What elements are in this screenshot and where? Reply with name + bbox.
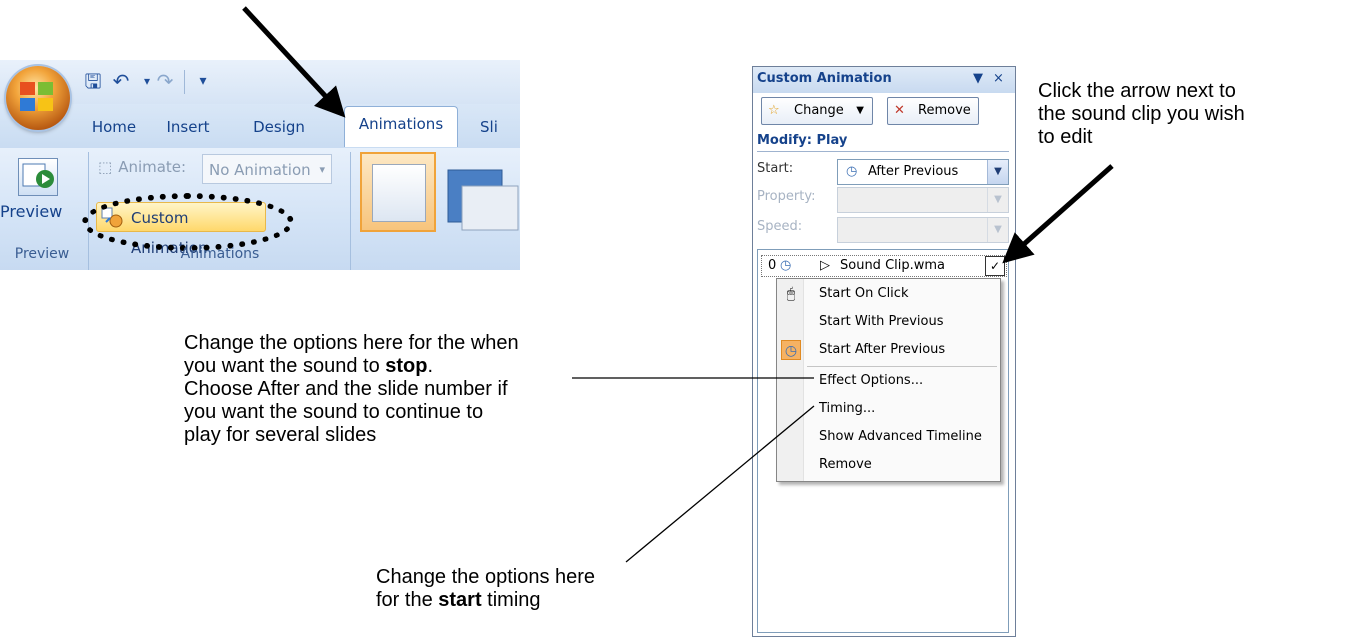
list-item[interactable]: 0 ◷ ▷ Sound Clip.wma: [761, 255, 1007, 277]
highlight-oval: [82, 193, 294, 251]
context-menu: 🖱 Start On Click Start With Previous ◷ S…: [776, 278, 1001, 482]
clock-icon: ◷: [781, 340, 801, 360]
mouse-icon: 🖱: [786, 286, 796, 302]
modify-heading: Modify: Play: [757, 133, 848, 148]
chevron-down-icon: ▾: [319, 163, 325, 176]
menu-item-remove[interactable]: Remove: [777, 452, 1000, 478]
clock-icon: ◷: [780, 258, 792, 273]
chevron-down-icon: ▼: [987, 188, 1008, 212]
arrow-to-dropdown: [1002, 164, 1114, 264]
tab-slide-show[interactable]: Sli: [480, 110, 520, 144]
property-combo: ▼: [837, 187, 1009, 213]
save-icon[interactable]: 🖫: [80, 68, 106, 94]
pane-menu-icon[interactable]: ▼: [973, 71, 983, 86]
transition-thumbnail-none[interactable]: [360, 152, 436, 232]
ribbon: 🖫 ↶ ▾ ↷ ▾ Home Insert Design Animations …: [0, 60, 520, 270]
tab-insert[interactable]: Insert: [158, 110, 218, 144]
stop-instruction-note: Change the options here for the when you…: [184, 332, 519, 446]
chevron-down-icon[interactable]: ▼: [987, 160, 1008, 184]
menu-separator: [807, 366, 997, 367]
remove-button[interactable]: ✕ Remove: [887, 97, 979, 125]
preview-icon[interactable]: [18, 158, 58, 196]
animate-icon: ⬚: [98, 158, 113, 176]
play-icon: ▷: [820, 258, 830, 273]
redo-icon[interactable]: ↷: [152, 68, 178, 94]
speed-combo: ▼: [837, 217, 1009, 243]
preview-group-label: Preview: [14, 246, 70, 262]
animate-label: ⬚ Animate:: [98, 158, 187, 176]
property-label: Property:: [757, 189, 816, 204]
menu-item-start-on-click[interactable]: 🖱 Start On Click: [777, 281, 1000, 307]
start-instruction-note: Change the options here for the start ti…: [376, 566, 596, 611]
customize-qat-icon[interactable]: ▾: [190, 68, 216, 94]
office-logo-icon: [20, 82, 53, 111]
tab-home[interactable]: Home: [84, 110, 144, 144]
menu-item-effect-options[interactable]: Effect Options...: [777, 368, 1000, 394]
group-separator: [350, 152, 351, 270]
qat-separator: [184, 70, 185, 94]
remove-icon: ✕: [894, 103, 905, 118]
preview-button[interactable]: Preview: [0, 202, 62, 221]
menu-item-show-advanced-timeline[interactable]: Show Advanced Timeline: [777, 424, 1000, 450]
change-button[interactable]: ☆ Change ▼: [761, 97, 873, 125]
animate-combo[interactable]: No Animation ▾: [202, 154, 332, 184]
undo-icon[interactable]: ↶: [108, 68, 134, 94]
star-icon: ☆: [768, 103, 780, 118]
arrow-instruction-note: Click the arrow next to the sound clip y…: [1038, 80, 1245, 148]
menu-item-start-after-previous[interactable]: ◷ Start After Previous: [777, 337, 1000, 363]
divider: [757, 151, 1009, 152]
tab-animations[interactable]: Animations: [344, 106, 458, 147]
pane-title: Custom Animation: [757, 71, 892, 86]
quick-access-toolbar: [0, 60, 520, 104]
menu-item-start-with-previous[interactable]: Start With Previous: [777, 309, 1000, 335]
chevron-down-icon: ▼: [987, 218, 1008, 242]
chevron-down-icon: ▼: [856, 105, 864, 116]
clock-icon: ◷: [846, 164, 858, 179]
animations-group-label: Animations: [180, 246, 260, 262]
list-item-dropdown-button[interactable]: ✓: [985, 256, 1005, 276]
transition-thumbnail-fade[interactable]: [444, 156, 520, 236]
start-label: Start:: [757, 161, 794, 176]
start-combo[interactable]: ◷ After Previous ▼: [837, 159, 1009, 185]
menu-item-timing[interactable]: Timing...: [777, 396, 1000, 422]
tab-design[interactable]: Design: [246, 110, 312, 144]
speed-label: Speed:: [757, 219, 803, 234]
close-icon[interactable]: ×: [993, 71, 1004, 86]
